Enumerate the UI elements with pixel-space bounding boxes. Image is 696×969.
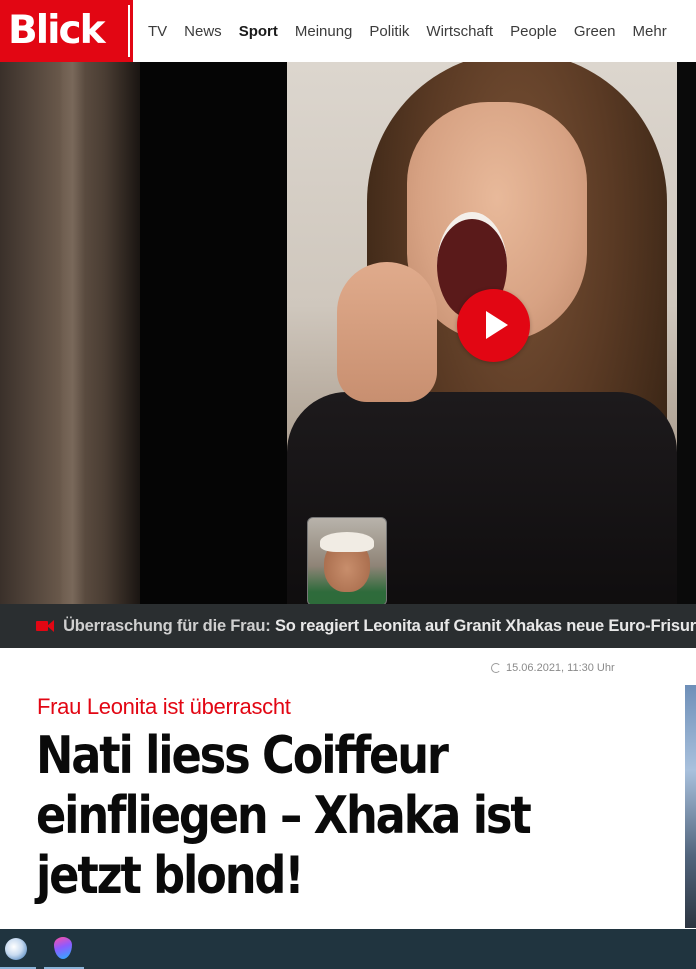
video-frame-left	[0, 62, 140, 604]
nav-item-news[interactable]: News	[184, 23, 222, 40]
video-call-thumbnail	[307, 517, 387, 606]
nav-item-mehr[interactable]: Mehr	[633, 23, 667, 40]
nav-item-politik[interactable]: Politik	[369, 23, 409, 40]
os-taskbar	[0, 929, 696, 969]
nav-item-tv[interactable]: TV	[148, 23, 167, 40]
article-headline: Nati liess Coiffeur einfliegen – Xhaka i…	[36, 726, 532, 906]
refresh-icon	[491, 663, 501, 673]
main-nav: TV News Sport Meinung Politik Wirtschaft…	[148, 0, 684, 62]
play-button[interactable]	[457, 289, 530, 362]
taskbar-app-drop[interactable]	[44, 933, 84, 969]
nav-item-people[interactable]: People	[510, 23, 557, 40]
article-kicker: Frau Leonita ist überrascht	[37, 694, 291, 719]
article-timestamp: 15.06.2021, 11:30 Uhr	[491, 662, 615, 674]
site-header: Blick TV News Sport Meinung Politik Wirt…	[0, 0, 696, 63]
nav-item-meinung[interactable]: Meinung	[295, 23, 353, 40]
nav-item-wirtschaft[interactable]: Wirtschaft	[426, 23, 493, 40]
nav-item-sport[interactable]: Sport	[239, 23, 278, 40]
taskbar-app-globe[interactable]	[0, 933, 36, 969]
video-caption-kicker: Überraschung für die Frau:	[63, 616, 271, 635]
video-still-hand	[337, 262, 437, 402]
timestamp-text: 15.06.2021, 11:30 Uhr	[506, 662, 615, 674]
video-caption-bar[interactable]: Überraschung für die Frau: So reagiert L…	[0, 604, 696, 648]
drop-app-icon	[54, 937, 72, 959]
video-frame-right	[677, 62, 696, 604]
nav-item-green[interactable]: Green	[574, 23, 616, 40]
play-icon	[486, 311, 508, 339]
side-ad-image[interactable]	[685, 685, 696, 928]
video-caption: Überraschung für die Frau: So reagiert L…	[63, 617, 696, 636]
blick-logo[interactable]: Blick	[0, 0, 133, 62]
video-camera-icon	[36, 620, 54, 632]
video-frame-dark	[140, 62, 287, 604]
video-player[interactable]: Überraschung für die Frau: So reagiert L…	[0, 62, 696, 648]
globe-app-icon	[5, 938, 27, 960]
video-caption-title: So reagiert Leonita auf Granit Xhakas ne…	[270, 616, 696, 635]
